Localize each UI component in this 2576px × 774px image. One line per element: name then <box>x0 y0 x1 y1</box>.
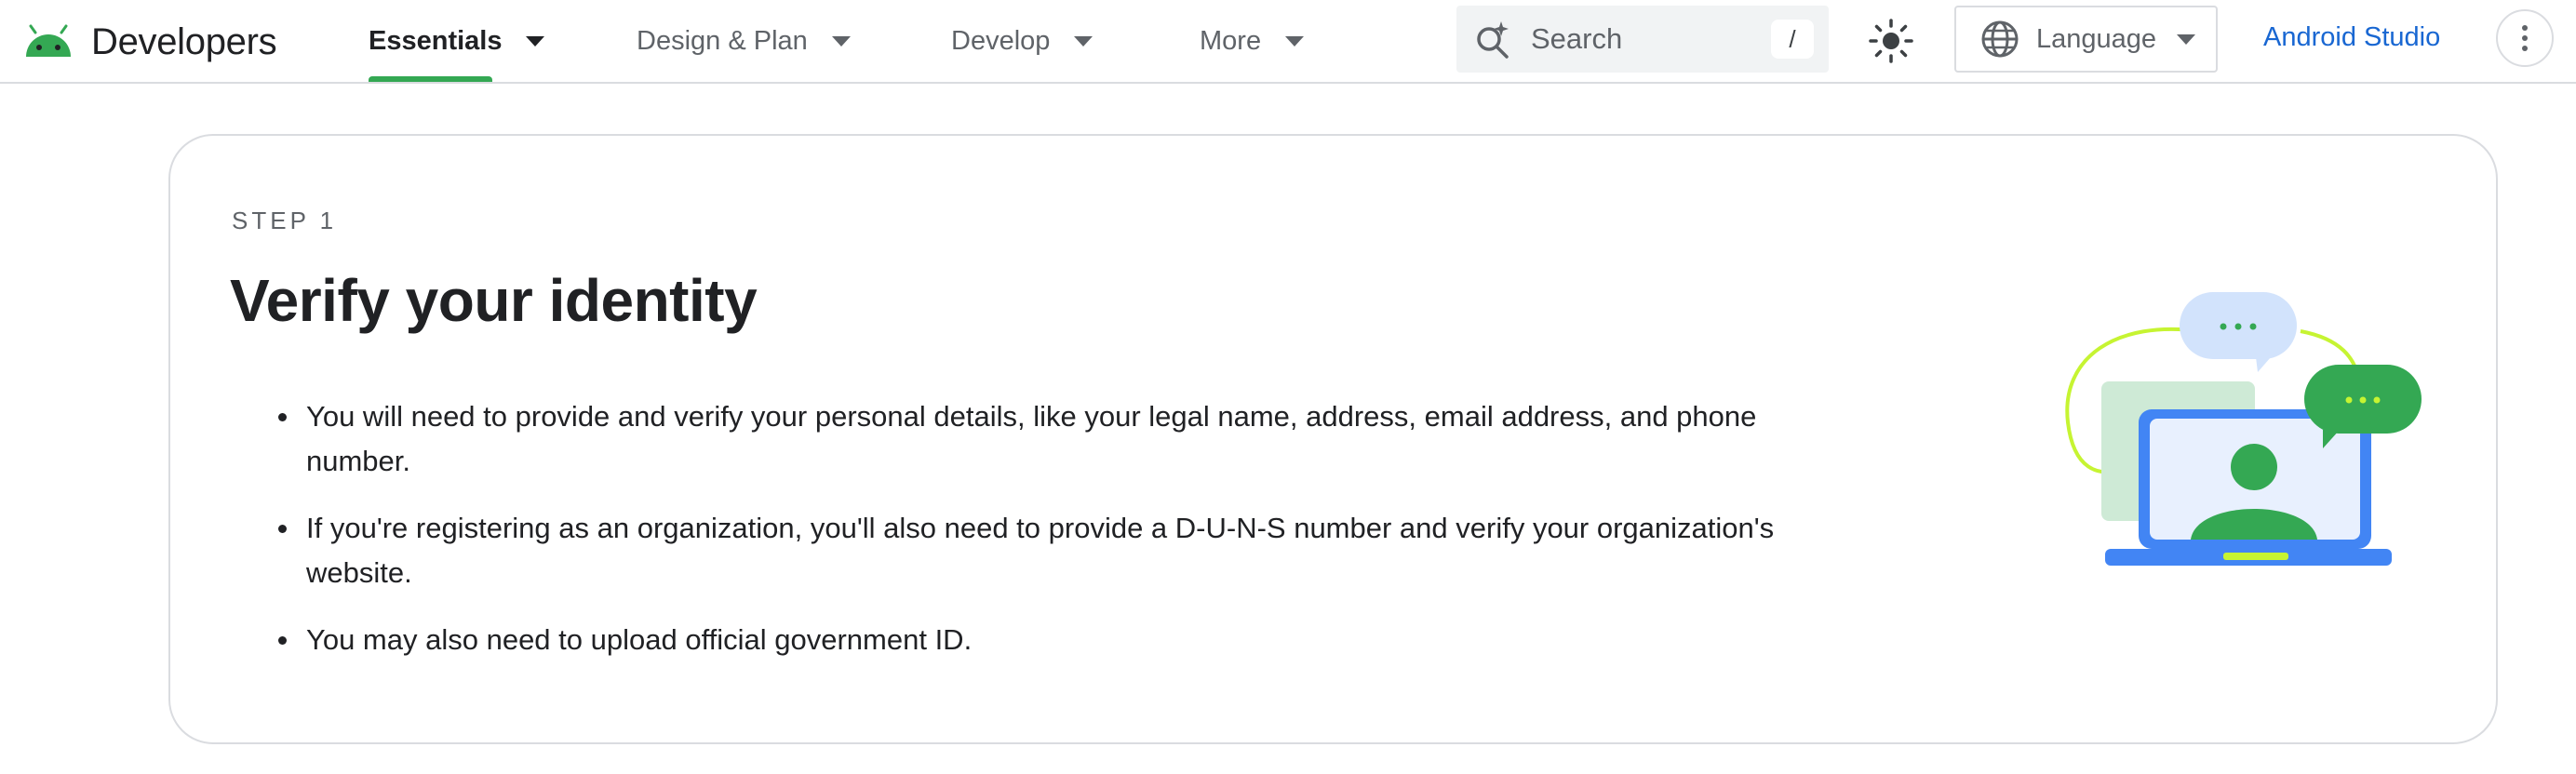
laptop-video-chat-illustration <box>2065 292 2422 566</box>
step-card: STEP 1 Verify your identity You will nee… <box>168 134 2498 744</box>
menu-dot <box>2522 25 2528 31</box>
list-item: If you're registering as an organization… <box>278 506 1851 595</box>
nav-tab-design-plan[interactable]: Design & Plan <box>637 0 851 82</box>
menu-dot <box>2522 46 2528 51</box>
nav-tab-label: Design & Plan <box>637 25 808 56</box>
search-spark-icon <box>1477 21 1509 59</box>
sun-icon[interactable] <box>1867 17 1915 65</box>
caret-down-icon <box>1074 35 1093 47</box>
step-label: STEP 1 <box>232 207 338 234</box>
caret-down-icon <box>831 35 851 47</box>
requirements-list: You will need to provide and verify your… <box>278 394 1851 685</box>
caret-down-icon <box>2177 33 2196 45</box>
android-studio-link-label: Android Studio <box>2263 22 2441 52</box>
nav-tab-more[interactable]: More <box>1200 0 1305 82</box>
nav-tab-label: Develop <box>951 25 1051 56</box>
language-selector[interactable]: Language <box>1954 6 2218 73</box>
caret-down-icon <box>1285 35 1305 47</box>
brand-name: Developers <box>91 20 277 62</box>
caret-down-icon <box>526 35 545 47</box>
active-tab-indicator <box>369 76 492 82</box>
list-item: You will need to provide and verify your… <box>278 394 1851 484</box>
list-item: You may also need to upload official gov… <box>278 618 1851 662</box>
step-title: Verify your identity <box>230 267 758 334</box>
developers-home-link[interactable]: Developers <box>22 17 277 67</box>
search-input[interactable]: Search <box>1531 22 1771 56</box>
search-shortcut-key: / <box>1771 20 1814 59</box>
menu-dot <box>2522 35 2528 41</box>
nav-tab-label: Essentials <box>369 25 503 56</box>
globe-icon <box>1981 20 2019 58</box>
nav-tab-develop[interactable]: Develop <box>951 0 1093 82</box>
android-head-icon <box>26 24 71 57</box>
top-navigation-bar: Developers Essentials Design & Plan Deve… <box>0 0 2576 84</box>
language-label: Language <box>2036 23 2157 54</box>
nav-tab-essentials[interactable]: Essentials <box>369 0 545 82</box>
more-vert-icon[interactable] <box>2496 9 2554 67</box>
nav-tab-label: More <box>1200 25 1262 56</box>
android-studio-link[interactable]: Android Studio <box>2263 22 2440 53</box>
search-box[interactable]: Search / <box>1456 6 1829 73</box>
